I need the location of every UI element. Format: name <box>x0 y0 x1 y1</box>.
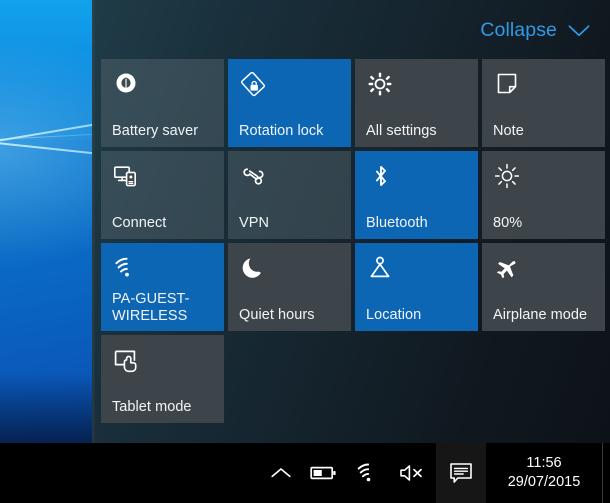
chevron-down-icon <box>568 24 590 38</box>
quick-action-tile-location[interactable]: Location <box>355 243 478 331</box>
tile-label: Note <box>493 123 524 139</box>
tile-label: Connect <box>112 215 167 231</box>
tile-label: All settings <box>366 123 437 139</box>
rotation-lock-icon <box>239 70 269 100</box>
quick-action-tile-battery-saver[interactable]: Battery saver <box>101 59 224 147</box>
system-tray: 11:56 29/07/2015 <box>260 443 610 503</box>
clock-date: 29/07/2015 <box>507 474 581 490</box>
battery-icon <box>310 464 338 482</box>
tile-label: Bluetooth <box>366 215 428 231</box>
tile-label: Battery saver <box>112 123 199 139</box>
collapse-button[interactable]: Collapse <box>480 19 590 42</box>
brightness-icon <box>493 162 523 192</box>
moon-icon <box>239 254 269 284</box>
chevron-up-icon <box>270 466 292 480</box>
airplane-icon <box>493 254 523 284</box>
battery-tray-button[interactable] <box>302 443 346 503</box>
quick-action-tile-vpn[interactable]: VPN <box>228 151 351 239</box>
tablet-mode-icon <box>112 346 142 376</box>
bluetooth-icon <box>366 162 396 192</box>
quick-action-tile-connect[interactable]: Connect <box>101 151 224 239</box>
collapse-label: Collapse <box>480 19 557 41</box>
action-center-icon <box>448 461 474 485</box>
network-tray-button[interactable] <box>346 443 390 503</box>
taskbar: 11:56 29/07/2015 <box>0 443 610 503</box>
action-center-header: Collapse <box>92 0 610 58</box>
quick-action-tile-all-settings[interactable]: All settings <box>355 59 478 147</box>
note-icon <box>493 70 523 100</box>
battery-saver-icon <box>112 70 142 100</box>
quick-action-tile-grid: Battery saver Rotation lock All settings… <box>101 59 605 423</box>
action-center-tray-button[interactable] <box>436 443 486 503</box>
volume-tray-button[interactable] <box>390 443 436 503</box>
tile-label: VPN <box>239 215 269 231</box>
wifi-icon <box>355 462 381 484</box>
tile-label: Location <box>366 307 422 323</box>
quick-action-tile-airplane-mode[interactable]: Airplane mode <box>482 243 605 331</box>
vpn-icon <box>239 162 269 192</box>
tile-label: 80% <box>493 215 523 231</box>
show-desktop-button[interactable] <box>602 443 610 503</box>
quick-action-tile-note[interactable]: Note <box>482 59 605 147</box>
speaker-muted-icon <box>398 463 428 483</box>
clock[interactable]: 11:56 29/07/2015 <box>486 443 602 503</box>
quick-action-tile-wifi[interactable]: PA-GUEST-WIRELESS <box>101 243 224 331</box>
tile-label: Quiet hours <box>239 307 315 323</box>
connect-icon <box>112 162 142 192</box>
wifi-icon <box>112 254 142 284</box>
screen: Collapse Battery saver Rotation lock All… <box>0 0 610 503</box>
quick-action-tile-tablet-mode[interactable]: Tablet mode <box>101 335 224 423</box>
show-hidden-icons-button[interactable] <box>260 443 302 503</box>
action-center-panel: Collapse Battery saver Rotation lock All… <box>92 0 610 443</box>
quick-action-tile-rotation-lock[interactable]: Rotation lock <box>228 59 351 147</box>
quick-action-tile-brightness[interactable]: 80% <box>482 151 605 239</box>
clock-time: 11:56 <box>526 455 562 471</box>
tile-label: Rotation lock <box>239 123 324 139</box>
tile-label: PA-GUEST-WIRELESS <box>112 291 190 324</box>
quick-action-tile-quiet-hours[interactable]: Quiet hours <box>228 243 351 331</box>
location-icon <box>366 254 396 284</box>
tile-label: Tablet mode <box>112 399 192 415</box>
quick-action-tile-bluetooth[interactable]: Bluetooth <box>355 151 478 239</box>
gear-icon <box>366 70 396 100</box>
tile-label: Airplane mode <box>493 307 588 323</box>
